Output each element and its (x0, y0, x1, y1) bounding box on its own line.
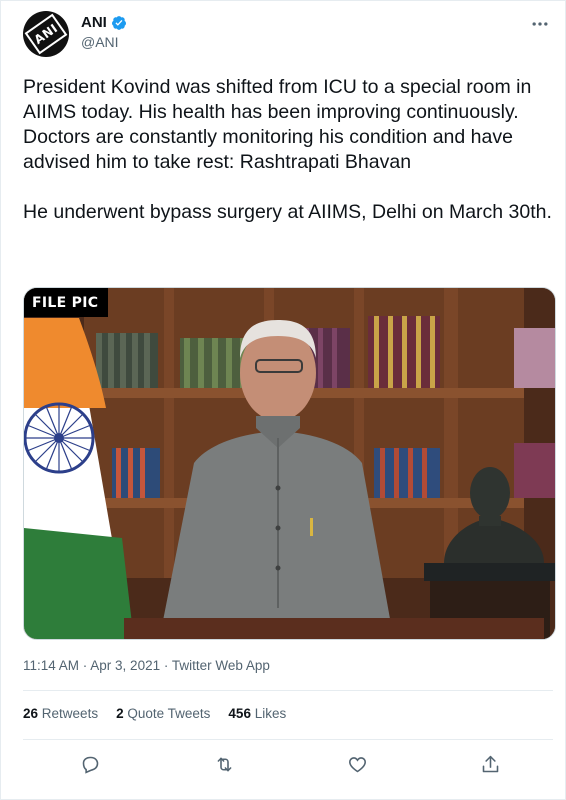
more-icon[interactable] (529, 13, 551, 35)
share-icon[interactable] (475, 749, 505, 779)
quotes-stat[interactable]: 2 Quote Tweets (116, 706, 210, 721)
quotes-label: Quote Tweets (127, 706, 211, 721)
likes-count: 456 (228, 706, 251, 721)
retweet-icon[interactable] (209, 749, 239, 779)
action-bar (23, 749, 553, 779)
tweet-text: President Kovind was shifted from ICU to… (23, 75, 553, 225)
quotes-count: 2 (116, 706, 124, 721)
handle[interactable]: @ANI (81, 34, 127, 50)
name-row: ANI (81, 14, 127, 31)
verified-badge-icon (111, 15, 127, 31)
avatar-label: ANI (31, 21, 61, 47)
tweet-paragraph-2: He underwent bypass surgery at AIIMS, De… (23, 201, 552, 223)
heart-icon[interactable] (342, 749, 372, 779)
ani-logo-icon: ANI (24, 13, 68, 55)
reply-icon[interactable] (75, 749, 105, 779)
tweet-card: ANI ANI @ANI President Kovind was shifte… (0, 0, 566, 800)
likes-label: Likes (254, 706, 287, 721)
retweets-count: 26 (23, 706, 39, 721)
stats-row: 26 Retweets 2 Quote Tweets 456 Likes (23, 706, 286, 721)
retweets-stat[interactable]: 26 Retweets (23, 706, 98, 721)
likes-stat[interactable]: 456 Likes (228, 706, 286, 721)
retweets-label: Retweets (41, 706, 99, 721)
file-pic-badge: FILE PIC (24, 288, 109, 317)
divider-top (23, 690, 553, 691)
tweet-paragraph-1: President Kovind was shifted from ICU to… (23, 76, 532, 173)
display-name[interactable]: ANI (81, 14, 107, 31)
photo-scene (24, 288, 555, 639)
avatar[interactable]: ANI (23, 11, 69, 57)
divider-bottom (23, 739, 553, 740)
author-block: ANI @ANI (81, 14, 127, 50)
timestamp[interactable]: 11:14 AM · Apr 3, 2021 · Twitter Web App (23, 658, 270, 673)
tweet-media-photo[interactable]: FILE PIC (23, 287, 556, 640)
